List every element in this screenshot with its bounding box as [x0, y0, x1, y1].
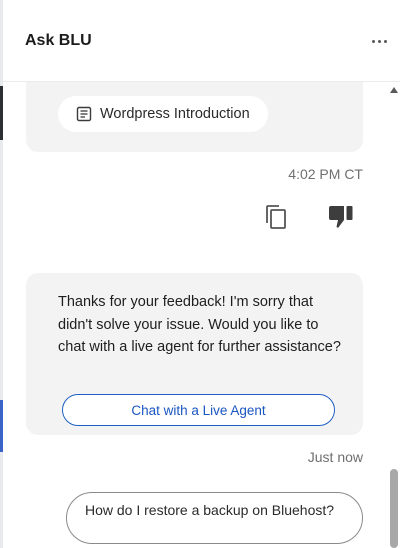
thumbs-down-icon [329, 206, 353, 228]
copy-button[interactable] [265, 202, 287, 232]
message-timestamp: Just now [307, 449, 363, 465]
copy-icon [266, 205, 286, 229]
source-link-label: Wordpress Introduction [100, 106, 250, 122]
scroll-up-arrow-icon[interactable] [390, 87, 398, 93]
document-icon [76, 106, 92, 122]
chat-header: Ask BLU [3, 0, 400, 82]
chat-scrollbar[interactable] [388, 82, 400, 548]
bot-feedback-bubble: Thanks for your feedback! I'm sorry that… [26, 273, 363, 435]
feedback-message-text: Thanks for your feedback! I'm sorry that… [58, 294, 341, 355]
suggested-question-chip[interactable]: How do I restore a backup on Bluehost? [66, 492, 363, 544]
chat-title: Ask BLU [25, 32, 92, 49]
chat-history[interactable]: Wordpress Introduction 4:02 PM CT Thanks… [3, 82, 388, 548]
chat-live-agent-button[interactable]: Chat with a Live Agent [62, 394, 335, 426]
more-options-icon[interactable] [366, 30, 392, 52]
bot-answer-bubble: Wordpress Introduction [26, 82, 363, 152]
answer-timestamp: 4:02 PM CT [288, 166, 363, 182]
source-link-wordpress[interactable]: Wordpress Introduction [58, 96, 268, 132]
scrollbar-thumb[interactable] [390, 469, 398, 548]
dislike-button[interactable] [327, 202, 355, 232]
